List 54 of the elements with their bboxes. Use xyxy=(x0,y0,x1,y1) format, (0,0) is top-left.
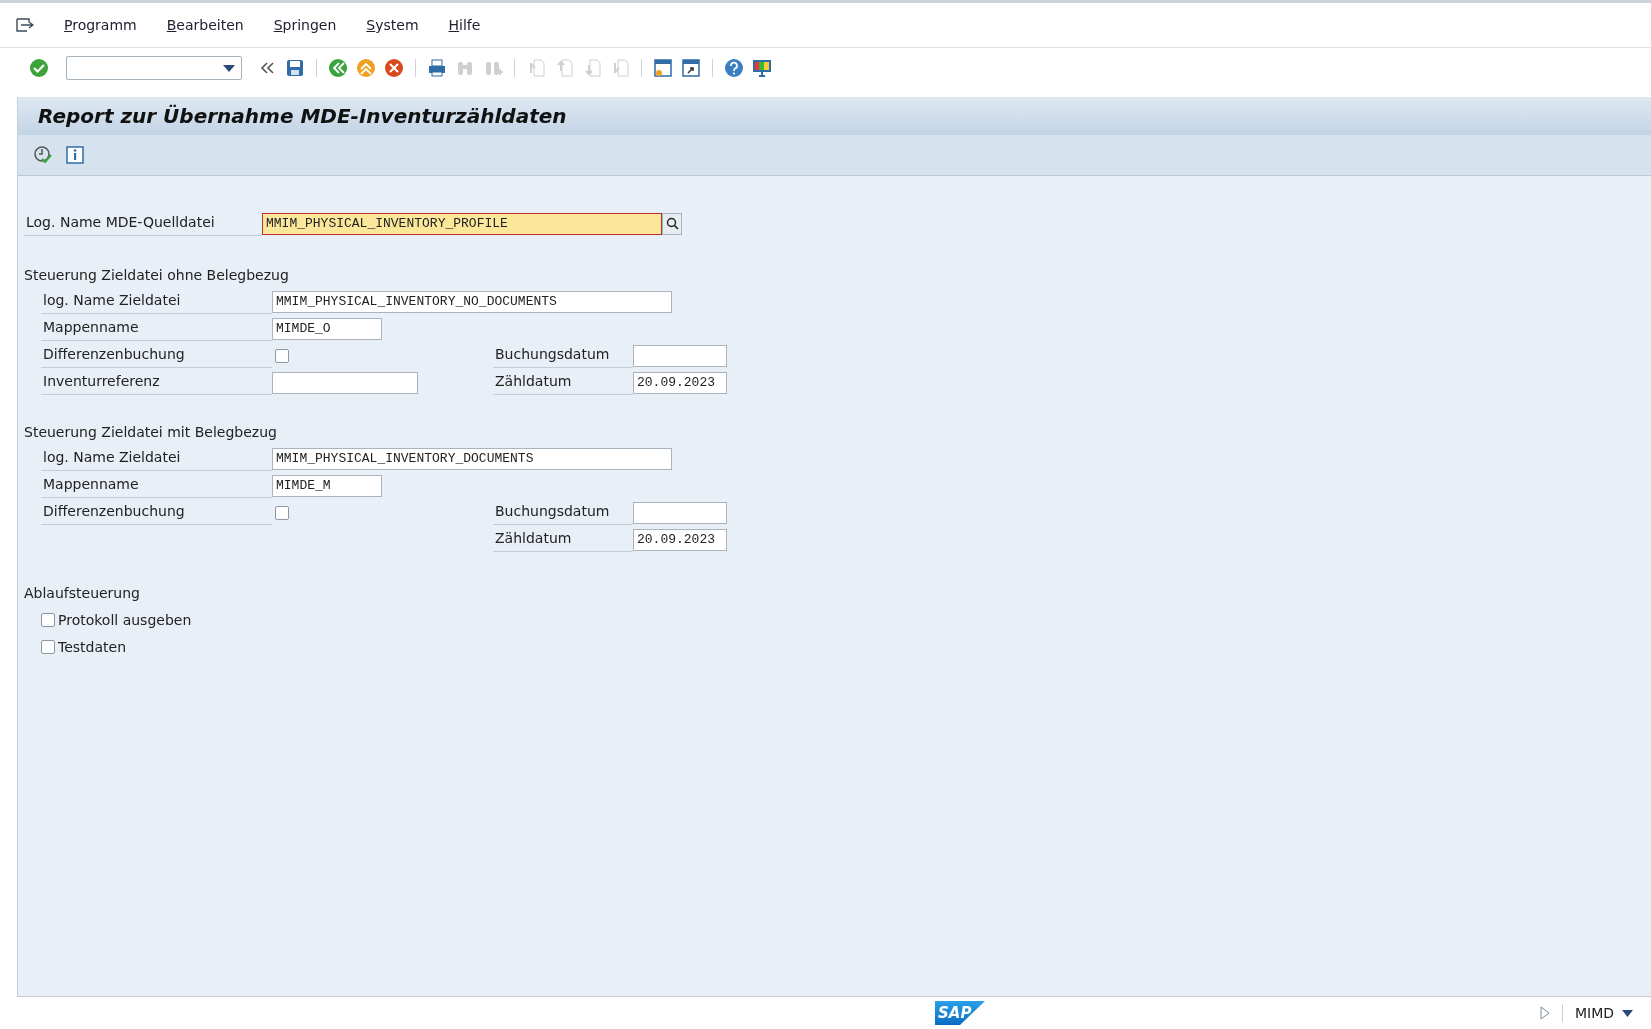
date-field[interactable]: 20.09.2023 xyxy=(633,528,727,551)
field-label: log. Name Zieldatei xyxy=(41,446,272,471)
section-heading: Ablaufsteuerung xyxy=(24,583,141,603)
section-heading: Steuerung Zieldatei ohne Belegbezug xyxy=(24,265,290,285)
save-icon[interactable] xyxy=(284,57,306,79)
field-label: Mappenname xyxy=(41,316,272,341)
search-icon xyxy=(665,217,679,230)
field-label: Differenzenbuchung xyxy=(41,500,272,525)
input-field[interactable]: MMIM_PHYSICAL_INVENTORY_DOCUMENTS xyxy=(272,447,672,470)
menu-item[interactable]: Hilfe xyxy=(448,17,481,33)
system-name[interactable]: MIMD xyxy=(1574,1005,1614,1021)
field-label: Mappenname xyxy=(41,473,272,498)
help-icon[interactable] xyxy=(723,57,745,79)
input-field[interactable]: MMIM_PHYSICAL_INVENTORY_PROFILE xyxy=(262,212,662,235)
checkbox-label: Protokoll ausgeben xyxy=(58,611,192,628)
date-field[interactable]: 20.09.2023 xyxy=(633,371,727,394)
date-field[interactable] xyxy=(633,344,727,367)
new-window-icon[interactable] xyxy=(652,57,674,79)
search-button[interactable] xyxy=(662,212,682,235)
page-title: Report zur Übernahme MDE-Inventurzähldaten xyxy=(38,104,567,128)
back-icon[interactable] xyxy=(327,57,349,79)
input-field[interactable] xyxy=(272,371,418,394)
enter-icon[interactable] xyxy=(28,57,50,79)
menu-item[interactable]: System xyxy=(366,17,419,33)
cancel-icon[interactable] xyxy=(383,57,405,79)
logo: SAP xyxy=(935,1001,985,1025)
section-heading: Steuerung Zieldatei mit Belegbezug xyxy=(24,422,278,442)
field-label: log. Name Zieldatei xyxy=(41,289,272,314)
shortcut-window-icon[interactable] xyxy=(680,57,702,79)
menu-item[interactable]: Programm xyxy=(64,17,137,33)
checkbox[interactable] xyxy=(275,505,289,520)
info-icon[interactable] xyxy=(64,144,86,166)
menu-item[interactable]: Bearbeiten xyxy=(166,17,244,33)
play-icon[interactable] xyxy=(1539,1006,1550,1020)
caret-icon[interactable] xyxy=(1622,1009,1633,1017)
execute-icon[interactable] xyxy=(32,144,54,166)
menu-item[interactable]: Springen xyxy=(273,17,337,33)
input-field[interactable]: MIMDE_O xyxy=(272,317,382,340)
input-field[interactable]: MMIM_PHYSICAL_INVENTORY_NO_DOCUMENTS xyxy=(272,290,672,313)
menu-icon[interactable] xyxy=(16,18,34,32)
field-label: Inventurreferenz xyxy=(41,370,272,395)
caret-icon xyxy=(223,64,235,72)
checkbox[interactable] xyxy=(41,639,55,654)
exit-icon[interactable] xyxy=(355,57,377,79)
command-field[interactable] xyxy=(66,56,242,80)
checkbox[interactable] xyxy=(41,612,55,627)
checkbox-label: Testdaten xyxy=(58,638,126,655)
checkbox[interactable] xyxy=(275,348,289,363)
printer-icon[interactable] xyxy=(426,57,448,79)
input-field[interactable]: MIMDE_M xyxy=(272,474,382,497)
field-label: Log. Name MDE-Quelldatei xyxy=(24,211,262,236)
date-field[interactable] xyxy=(633,501,727,524)
field-label: Differenzenbuchung xyxy=(41,343,272,368)
monitor-icon[interactable] xyxy=(751,57,773,79)
